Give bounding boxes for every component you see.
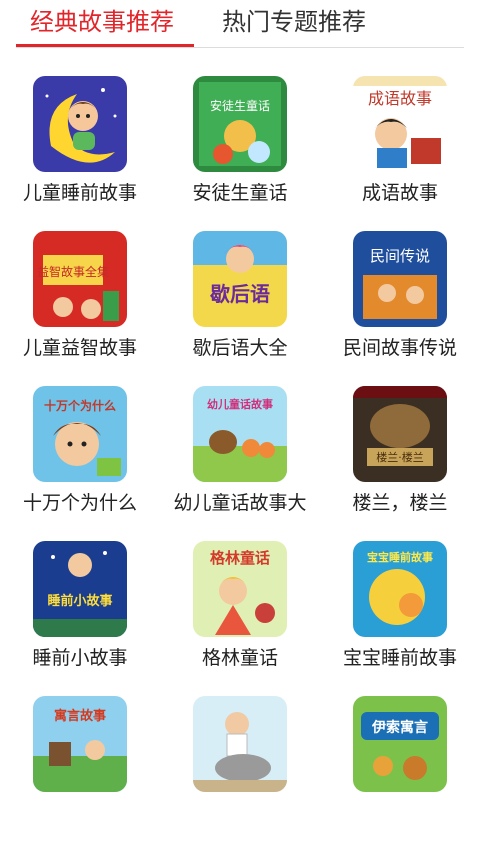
cover-image-andersen[interactable]: 安徒生童话 [193, 76, 287, 172]
story-title: 民间故事传说 [342, 337, 457, 359]
story-item-loulan[interactable]: 楼兰·楼兰 楼兰，楼兰 [320, 382, 480, 537]
story-item-kids-fairy[interactable]: 幼儿童话故事 幼儿童话故事大 [160, 382, 320, 537]
tab-divider [16, 47, 464, 48]
story-title: 安徒生童话 [192, 182, 288, 204]
story-item-baby-bedtime[interactable]: 宝宝睡前故事 宝宝睡前故事 [320, 537, 480, 692]
cover-text: 十万个为什么 [44, 398, 116, 413]
cover-image-bedtime-small[interactable]: 睡前小故事 [33, 541, 127, 637]
story-title: 幼儿童话故事大 [173, 492, 307, 514]
tab-classic-stories[interactable]: 经典故事推荐 [30, 6, 174, 38]
story-item-xiehouyu[interactable]: 歇后语 歇后语大全 [160, 227, 320, 382]
story-item-donkey[interactable] [160, 692, 320, 847]
cover-image-puzzle[interactable]: 益智故事全集 [33, 231, 127, 327]
tab-hot-topics[interactable]: 热门专题推荐 [222, 6, 366, 38]
cover-text: 安徒生童话 [210, 98, 270, 113]
cover-text: 民间传说 [370, 247, 430, 265]
cover-image-idioms[interactable]: 成语故事 [353, 76, 447, 172]
story-item-fables[interactable]: 寓言故事 [0, 692, 160, 847]
story-item-aesop[interactable]: 伊索寓言 [320, 692, 480, 847]
story-item-grimm[interactable]: 格林童话 格林童话 [160, 537, 320, 692]
cover-text: 楼兰·楼兰 [376, 450, 424, 464]
cover-image-fables[interactable]: 寓言故事 [33, 696, 127, 792]
story-title: 成语故事 [361, 182, 438, 204]
cover-image-grimm[interactable]: 格林童话 [193, 541, 287, 637]
story-title: 宝宝睡前故事 [342, 647, 457, 669]
story-title: 儿童睡前故事 [22, 182, 137, 204]
cover-text: 宝宝睡前故事 [367, 550, 433, 564]
story-title: 睡前小故事 [32, 647, 128, 669]
cover-text: 格林童话 [210, 549, 270, 567]
cover-text: 歇后语 [210, 282, 270, 306]
cover-image-xiehouyu[interactable]: 歇后语 [193, 231, 287, 327]
story-title: 儿童益智故事 [22, 337, 137, 359]
cover-text: 成语故事 [368, 89, 432, 108]
story-item-folk[interactable]: 民间传说 民间故事传说 [320, 227, 480, 382]
cover-text: 幼儿童话故事 [207, 397, 273, 411]
story-title: 十万个为什么 [22, 492, 137, 514]
cover-image-why[interactable]: 十万个为什么 [33, 386, 127, 482]
cover-image-kids-fairy[interactable]: 幼儿童话故事 [193, 386, 287, 482]
story-item-idioms[interactable]: 成语故事 成语故事 [320, 72, 480, 227]
cover-image-aesop[interactable]: 伊索寓言 [353, 696, 447, 792]
cover-text: 伊索寓言 [371, 719, 428, 736]
cover-text: 益智故事全集 [37, 264, 109, 279]
cover-image-loulan[interactable]: 楼兰·楼兰 [353, 386, 447, 482]
story-title: 歇后语大全 [192, 337, 288, 359]
story-title: 格林童话 [201, 647, 278, 669]
cover-image-baby-bedtime[interactable]: 宝宝睡前故事 [353, 541, 447, 637]
story-item-puzzle[interactable]: 益智故事全集 儿童益智故事 [0, 227, 160, 382]
story-title: 楼兰，楼兰 [352, 492, 448, 514]
cover-image-bedtime[interactable] [33, 76, 127, 172]
story-item-andersen[interactable]: 安徒生童话 安徒生童话 [160, 72, 320, 227]
cover-image-donkey[interactable] [193, 696, 287, 792]
cover-text: 寓言故事 [54, 708, 106, 724]
story-item-bedtime[interactable]: 儿童睡前故事 [0, 72, 160, 227]
story-item-why[interactable]: 十万个为什么 十万个为什么 [0, 382, 160, 537]
cover-image-folk[interactable]: 民间传说 [353, 231, 447, 327]
story-item-bedtime-small[interactable]: 睡前小故事 睡前小故事 [0, 537, 160, 692]
tab-bar: 经典故事推荐 热门专题推荐 [0, 0, 480, 50]
cover-text: 睡前小故事 [47, 593, 112, 609]
